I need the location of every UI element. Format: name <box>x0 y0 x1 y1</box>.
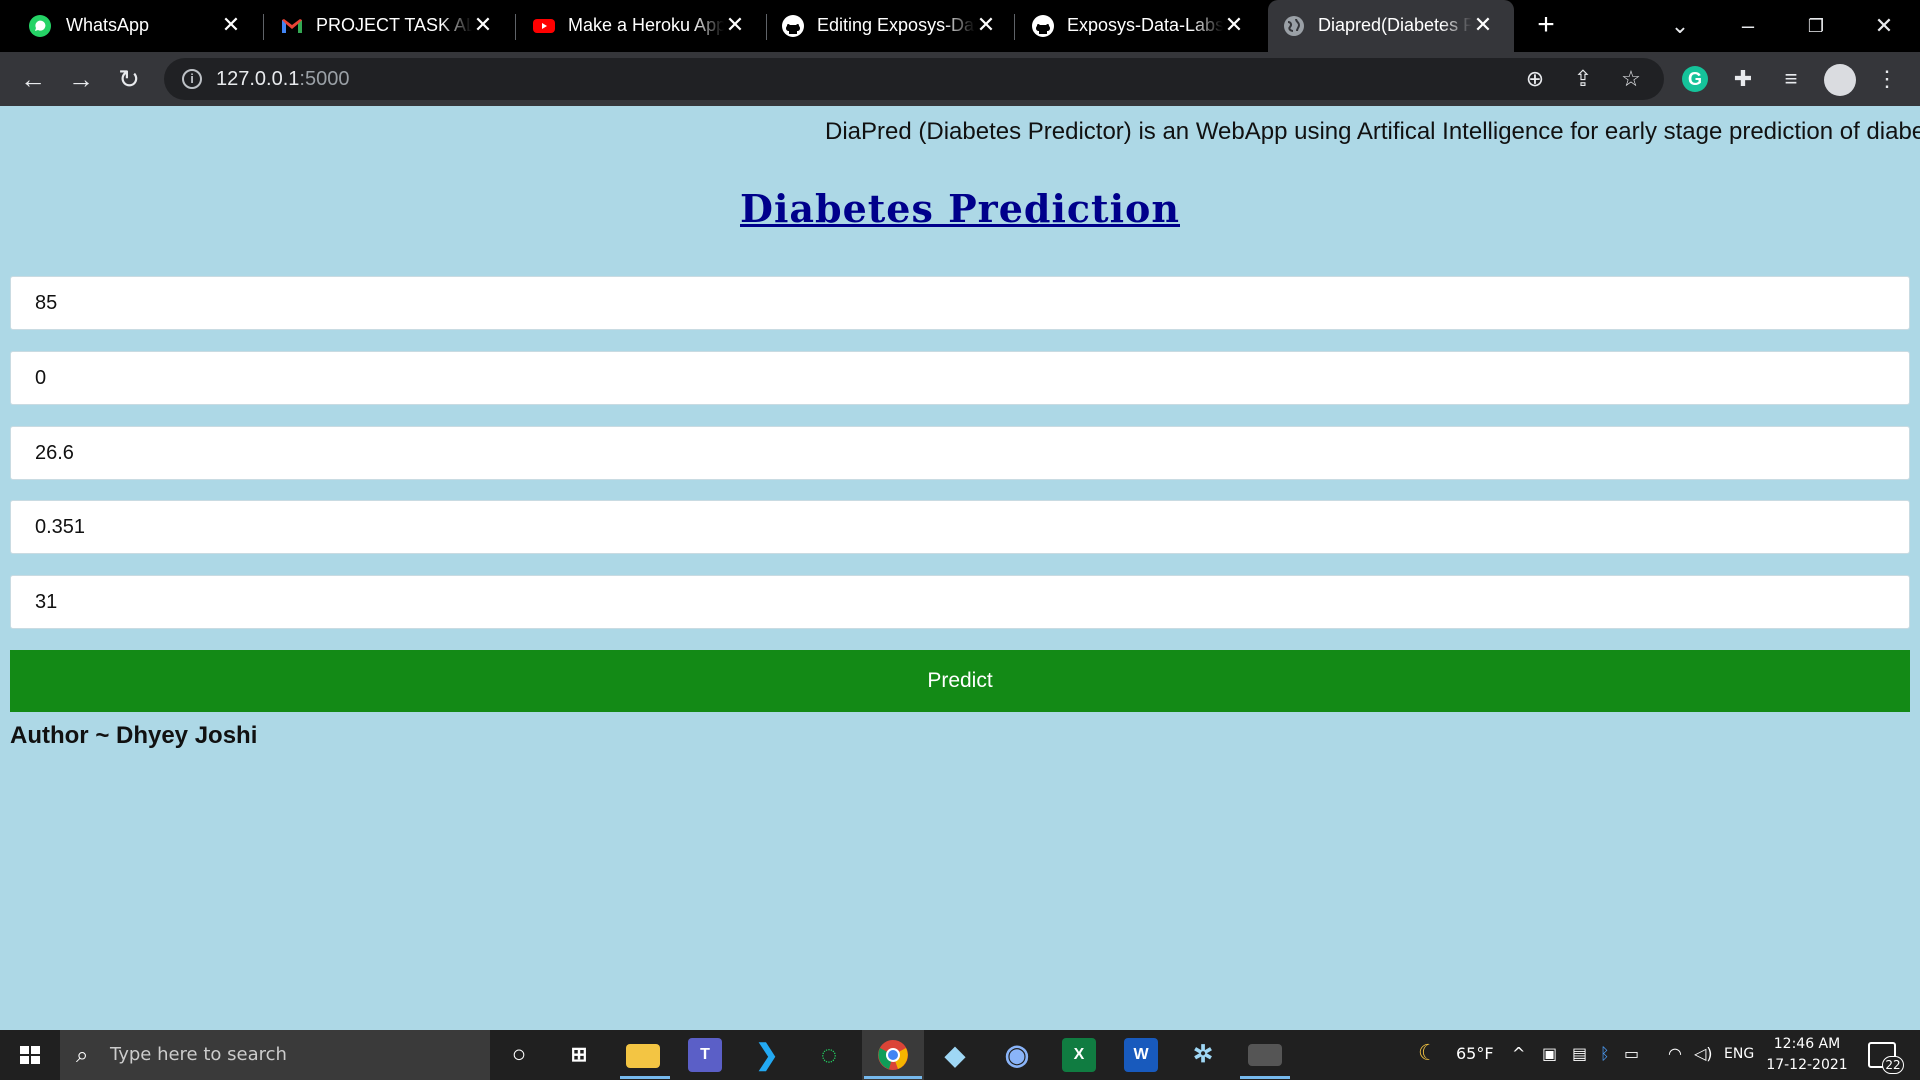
tab-title: Editing Exposys-Data <box>817 15 975 35</box>
media-control-icon[interactable]: ≡ <box>1776 64 1806 94</box>
tab-github-repo[interactable]: Exposys-Data-Labs-In ✕ <box>1015 0 1265 52</box>
search-placeholder: Type here to search <box>110 1044 287 1065</box>
windows-start-icon[interactable] <box>0 1030 60 1080</box>
tab-title: WhatsApp <box>66 15 150 35</box>
wifi-icon[interactable]: ◠ <box>1668 1044 1682 1063</box>
task-view-icon[interactable]: ⊞ <box>562 1038 596 1072</box>
terminal-icon[interactable] <box>1248 1044 1282 1066</box>
tab-close-icon[interactable]: ✕ <box>472 14 494 36</box>
notification-badge: 22 <box>1882 1056 1904 1074</box>
input-field-3[interactable] <box>10 426 1910 480</box>
restore-icon[interactable]: ❐ <box>1796 10 1836 42</box>
minimize-icon[interactable]: – <box>1728 10 1768 42</box>
vscode-icon[interactable]: ❯ <box>750 1038 784 1072</box>
input-field-1[interactable] <box>10 276 1910 330</box>
whatsapp-icon <box>29 15 51 37</box>
tab-title: Exposys-Data-Labs-In <box>1067 15 1223 35</box>
search-icon: ⌕ <box>76 1042 89 1067</box>
page-content: DiaPred (Diabetes Predictor) is an WebAp… <box>0 106 1920 1030</box>
share-icon[interactable]: ⇪ <box>1570 66 1596 92</box>
tab-diapred[interactable]: Diapred(Diabetes Predictor) ✕ <box>1268 0 1514 52</box>
bluetooth-icon[interactable]: ᛒ <box>1600 1044 1610 1063</box>
github-icon <box>782 15 804 37</box>
tab-strip: WhatsApp ✕ PROJECT TASK ALLOCATION ✕ Mak… <box>0 0 1920 52</box>
page-title: Diabetes Prediction <box>740 186 1180 231</box>
active-indicator <box>620 1076 670 1079</box>
url-port: :5000 <box>299 68 350 90</box>
marquee-banner: DiaPred (Diabetes Predictor) is an WebAp… <box>825 118 1920 145</box>
loading-app-icon[interactable]: ◌ <box>812 1038 846 1072</box>
weather-moon-icon: ☾ <box>1418 1041 1438 1066</box>
globe-icon <box>1284 16 1304 36</box>
tab-close-icon[interactable]: ✕ <box>220 14 242 36</box>
menu-icon[interactable]: ⋮ <box>1872 64 1902 94</box>
chrome-icon[interactable] <box>876 1038 910 1072</box>
browser-toolbar: ← → ↻ i 127.0.0.1:5000 ⊕ ⇪ ☆ G ✚ ≡ ⋮ <box>0 52 1920 106</box>
battery-icon[interactable]: ▭ <box>1624 1044 1639 1063</box>
excel-icon[interactable]: X <box>1062 1038 1096 1072</box>
weather-temperature[interactable]: 65°F <box>1456 1044 1494 1063</box>
site-info-icon[interactable]: i <box>182 69 202 89</box>
tab-title: Diapred(Diabetes Predictor) <box>1318 15 1472 35</box>
address-bar[interactable]: i 127.0.0.1:5000 ⊕ ⇪ ☆ <box>164 58 1664 100</box>
snipping-tool-icon[interactable]: ✲ <box>1186 1038 1220 1072</box>
taskbar-clock[interactable]: 12:46 AM 17-12-2021 <box>1762 1034 1852 1076</box>
notes-app-icon[interactable]: ◆ <box>938 1038 972 1072</box>
back-icon[interactable]: ← <box>18 64 48 94</box>
cortana-icon[interactable]: ○ <box>502 1038 536 1072</box>
forward-icon[interactable]: → <box>66 64 96 94</box>
author-credit: Author ~ Dhyey Joshi <box>10 722 258 749</box>
address-url[interactable]: 127.0.0.1:5000 <box>216 68 349 91</box>
tray-expand-icon[interactable]: ^ <box>1512 1044 1525 1063</box>
clock-date: 17-12-2021 <box>1766 1057 1848 1073</box>
teams-icon[interactable]: T <box>688 1038 722 1072</box>
tab-close-icon[interactable]: ✕ <box>975 14 997 36</box>
tab-youtube[interactable]: Make a Heroku App ✕ <box>516 0 766 52</box>
taskbar-search[interactable]: ⌕ Type here to search <box>60 1030 490 1080</box>
tab-close-icon[interactable]: ✕ <box>724 14 746 36</box>
windows-taskbar: ⌕ Type here to search ○ ⊞ T ❯ ◌ ◆ ◉ X W … <box>0 1030 1920 1080</box>
grammarly-icon[interactable]: G <box>1682 66 1708 92</box>
word-icon[interactable]: W <box>1124 1038 1158 1072</box>
bookmark-star-icon[interactable]: ☆ <box>1618 66 1644 92</box>
close-window-icon[interactable]: ✕ <box>1864 10 1904 42</box>
meet-now-icon[interactable]: ▣ <box>1542 1044 1557 1063</box>
active-indicator <box>864 1076 922 1079</box>
active-indicator <box>1240 1076 1290 1079</box>
predict-button[interactable]: Predict <box>10 650 1910 712</box>
obs-icon[interactable]: ◉ <box>1000 1038 1034 1072</box>
tab-search-icon[interactable]: ⌄ <box>1660 10 1700 42</box>
reload-icon[interactable]: ↻ <box>114 64 144 94</box>
tab-gmail[interactable]: PROJECT TASK ALLOCATION ✕ <box>264 0 514 52</box>
tab-github-editing[interactable]: Editing Exposys-Data ✕ <box>767 0 1017 52</box>
volume-icon[interactable]: ◁) <box>1694 1044 1713 1063</box>
zoom-icon[interactable]: ⊕ <box>1522 66 1548 92</box>
tab-title: PROJECT TASK ALLOCATION <box>316 15 472 35</box>
github-icon <box>1032 15 1054 37</box>
input-field-4[interactable] <box>10 500 1910 554</box>
profile-avatar[interactable] <box>1824 64 1856 96</box>
tab-close-icon[interactable]: ✕ <box>1223 14 1245 36</box>
input-field-2[interactable] <box>10 351 1910 405</box>
language-indicator[interactable]: ENG <box>1724 1046 1754 1062</box>
tab-close-icon[interactable]: ✕ <box>1472 14 1494 36</box>
youtube-icon <box>533 19 555 33</box>
tab-title: Make a Heroku App <box>568 15 724 35</box>
gmail-icon <box>282 19 302 33</box>
tab-whatsapp[interactable]: WhatsApp ✕ <box>0 0 262 52</box>
input-field-5[interactable] <box>10 575 1910 629</box>
extensions-icon[interactable]: ✚ <box>1728 64 1758 94</box>
new-tab-button[interactable]: + <box>1530 10 1562 42</box>
screen-icon[interactable]: ▤ <box>1572 1044 1587 1063</box>
file-explorer-icon[interactable] <box>626 1044 660 1068</box>
url-host: 127.0.0.1 <box>216 68 300 90</box>
clock-time: 12:46 AM <box>1773 1036 1841 1052</box>
